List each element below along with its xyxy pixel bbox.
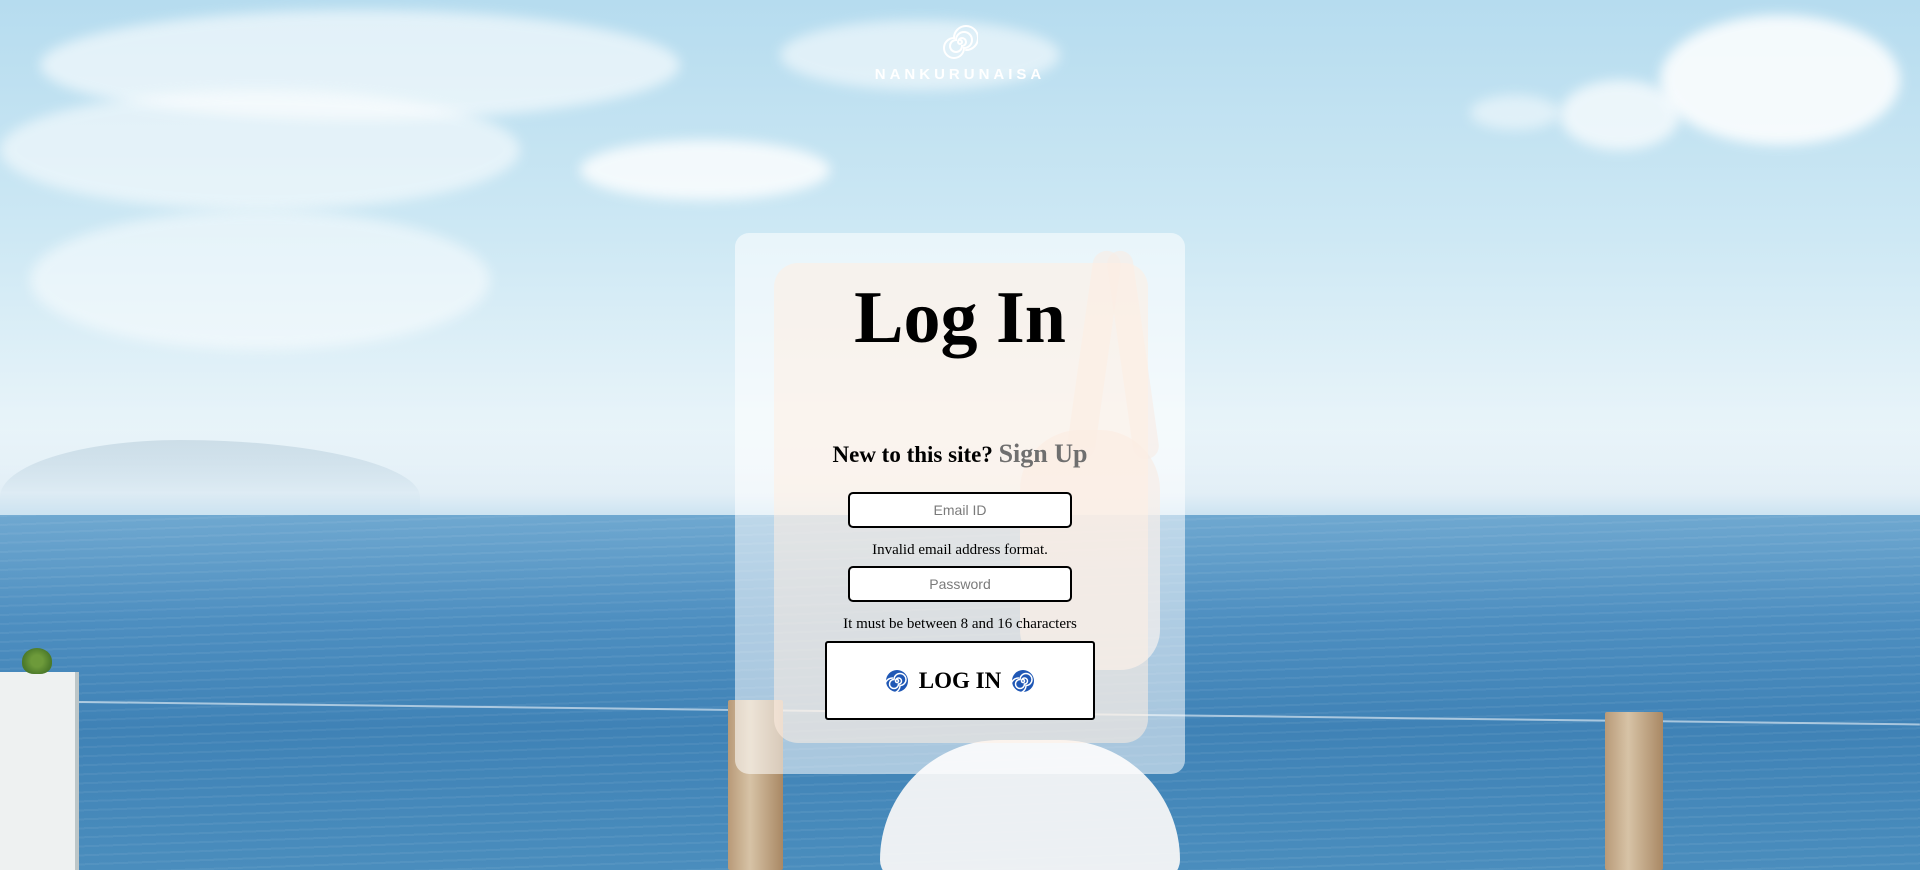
login-button[interactable]: LOG IN (825, 641, 1095, 720)
login-button-label: LOG IN (918, 667, 1002, 693)
spiral-icon (1011, 669, 1035, 693)
brand-name[interactable]: NANKURUNAISA (0, 66, 1920, 83)
email-input[interactable] (848, 492, 1072, 528)
wooden-post (1605, 712, 1663, 870)
password-hint: It must be between 8 and 16 characters (843, 616, 1077, 632)
plant (22, 648, 52, 674)
spiral-icon[interactable] (942, 24, 978, 60)
spiral-icon (884, 669, 908, 693)
signup-prompt-text: New to this site? (832, 442, 993, 467)
signup-prompt: New to this site? Sign Up (735, 439, 1185, 469)
glass-panel (0, 672, 79, 870)
page-title: Log In (854, 277, 1066, 359)
brand-header: NANKURUNAISA (0, 24, 1920, 83)
email-error-message: Invalid email address format. (872, 542, 1048, 558)
password-input[interactable] (848, 566, 1072, 602)
signup-link[interactable]: Sign Up (999, 439, 1088, 468)
login-form: Log In New to this site? Sign Up Invalid… (735, 233, 1185, 774)
